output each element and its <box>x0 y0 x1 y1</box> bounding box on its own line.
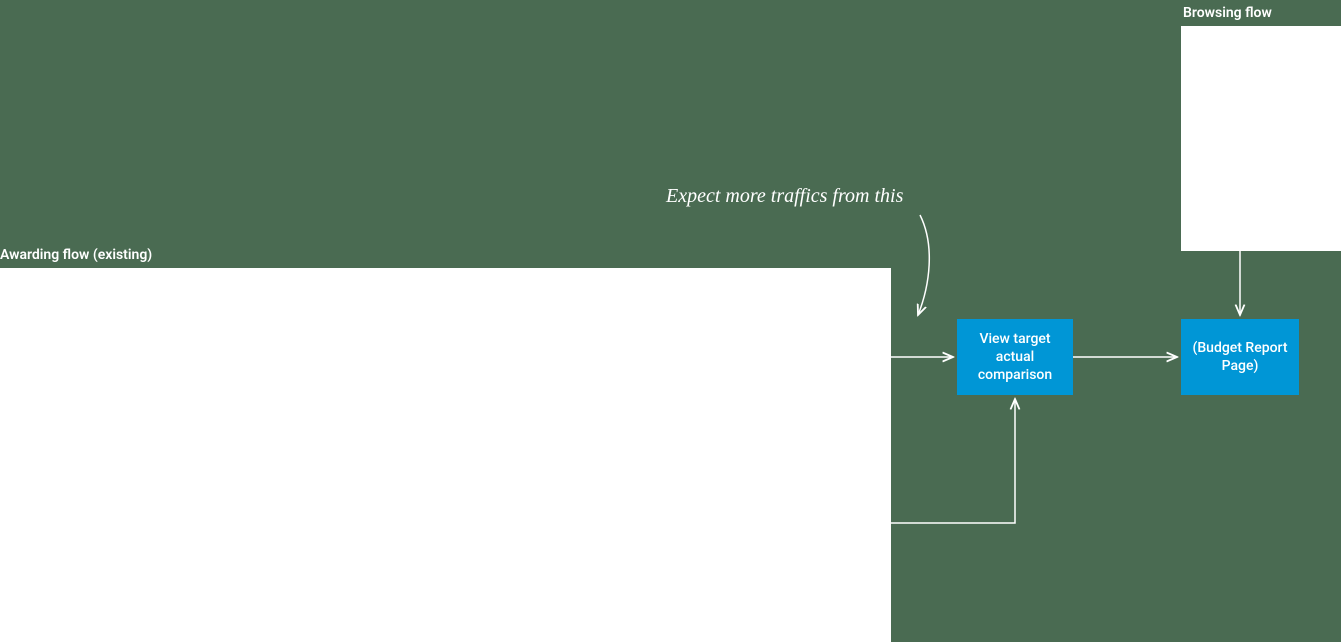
traffic-annotation: Expect more traffics from this <box>666 185 903 208</box>
awarding-flow-label: Awarding flow (existing) <box>0 247 152 263</box>
arrow-annotation-curve <box>918 215 929 315</box>
browsing-flow-label: Browsing flow <box>1183 5 1272 21</box>
view-target-node[interactable]: View target actual comparison <box>957 319 1073 395</box>
budget-report-node[interactable]: (Budget Report Page) <box>1181 319 1299 395</box>
awarding-flow-panel <box>0 268 891 642</box>
arrow-awarding-lower-to-view <box>891 399 1015 523</box>
browsing-flow-panel <box>1181 26 1341 251</box>
